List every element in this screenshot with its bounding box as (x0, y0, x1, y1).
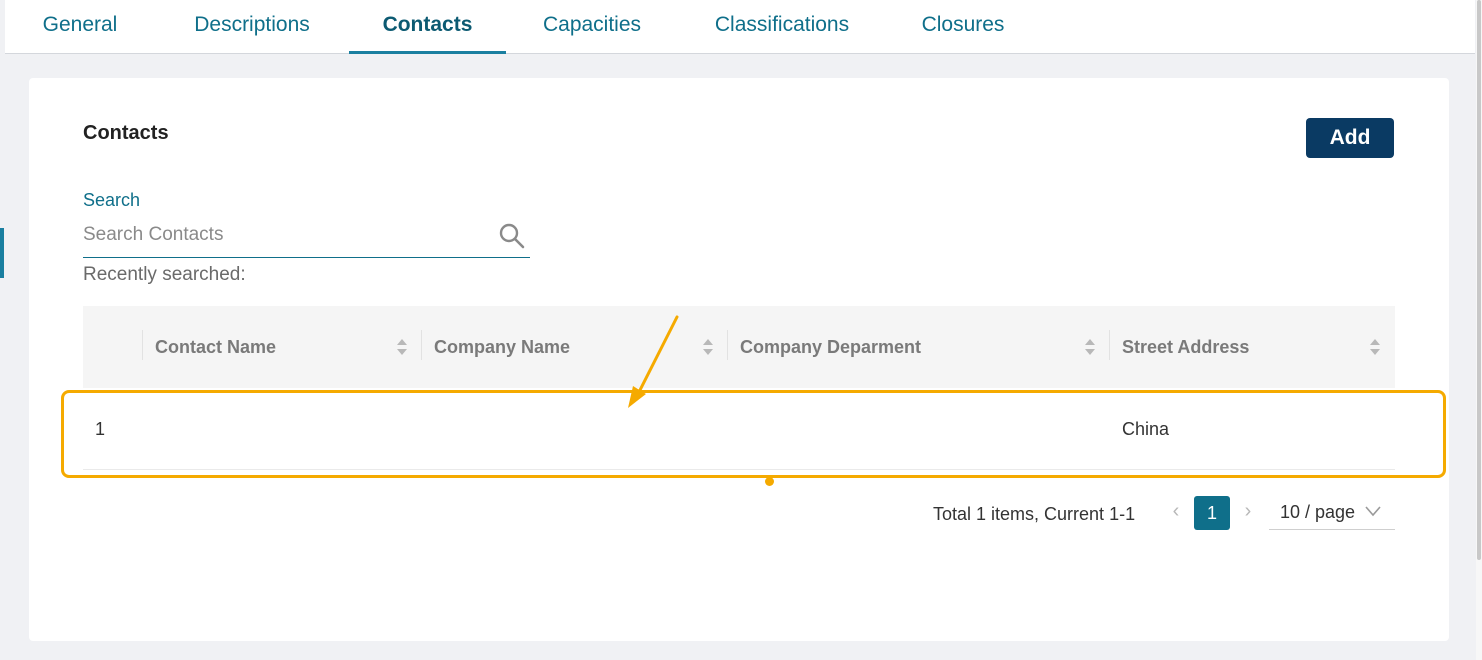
tab-capacities[interactable]: Capacities (537, 0, 647, 54)
annotation-arrow-icon (628, 315, 679, 408)
page-size-select[interactable]: 10 / page (1269, 494, 1395, 530)
pagination: Total 1 items, Current 1-1 ‹ 1 › 10 / pa… (29, 494, 1395, 534)
annotation-dot (765, 477, 774, 486)
sort-icon[interactable] (1083, 336, 1097, 358)
table-row[interactable]: 1 China (83, 388, 1395, 470)
chevron-down-icon (1365, 506, 1381, 517)
tab-general[interactable]: General (41, 0, 119, 54)
contacts-table: Contact Name Company Name Company Deparm… (83, 306, 1395, 470)
next-page-button[interactable]: › (1239, 500, 1257, 528)
tab-closures[interactable]: Closures (917, 0, 1009, 54)
prev-page-button[interactable]: ‹ (1167, 500, 1185, 528)
section-title: Contacts (83, 122, 169, 144)
search-input[interactable] (83, 218, 483, 252)
tab-contacts[interactable]: Contacts (349, 0, 506, 54)
search-icon[interactable] (498, 222, 526, 250)
contacts-card: Contacts Add Search Recently searched: C… (29, 78, 1449, 641)
scrollbar-thumb[interactable] (1477, 0, 1481, 560)
sort-icon[interactable] (701, 336, 715, 358)
column-header-street-address[interactable]: Street Address (1110, 306, 1249, 388)
pagination-total: Total 1 items, Current 1-1 (933, 504, 1136, 524)
tab-bar: General Descriptions Contacts Capacities… (5, 0, 1475, 54)
column-header-company-department[interactable]: Company Deparment (728, 306, 921, 388)
search-field (83, 218, 530, 258)
tab-descriptions[interactable]: Descriptions (185, 0, 319, 54)
column-header-company-name[interactable]: Company Name (422, 306, 570, 388)
page-number-button[interactable]: 1 (1194, 496, 1230, 530)
sort-icon[interactable] (395, 336, 409, 358)
column-header-contact-name[interactable]: Contact Name (143, 306, 276, 388)
page-size-value: 10 / page (1280, 502, 1356, 522)
add-contact-button[interactable]: Add (1306, 118, 1394, 158)
tab-classifications[interactable]: Classifications (707, 0, 857, 54)
row-index: 1 (95, 419, 106, 439)
sort-icon[interactable] (1368, 336, 1382, 358)
recently-searched-label: Recently searched: (83, 264, 246, 285)
search-label: Search (83, 190, 141, 210)
table-header: Contact Name Company Name Company Deparm… (83, 306, 1395, 388)
left-accent-bar (0, 228, 4, 278)
cell-street-address: China (1122, 419, 1170, 439)
